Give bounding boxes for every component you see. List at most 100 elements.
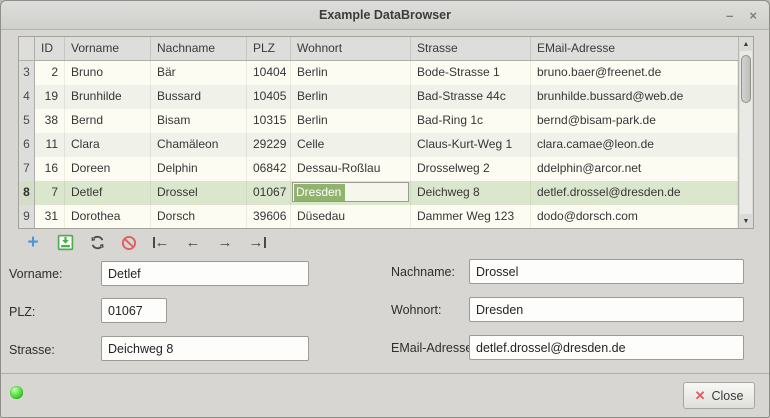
strasse-field[interactable] [101,336,309,361]
table-cell[interactable]: Brunhilde [65,85,151,109]
table-cell[interactable]: Berlin [291,61,411,85]
table-cell[interactable]: 10404 [247,61,291,85]
table-cell[interactable]: 01067 [247,181,291,205]
table-cell[interactable]: Dorothea [65,205,151,229]
row-number[interactable]: 7 [19,157,35,181]
last-record-button[interactable]: → [241,230,273,255]
first-record-button[interactable]: ← [145,230,177,255]
table-cell[interactable]: 10405 [247,85,291,109]
app-window: Example DataBrowser – × IDVornameNachnam… [0,0,770,418]
table-cell[interactable]: Deichweg 8 [411,181,531,205]
table-cell[interactable]: Delphin [151,157,247,181]
table-cell[interactable]: Dorsch [151,205,247,229]
table-cell[interactable]: 2 [35,61,65,85]
table-cell[interactable]: 7 [35,181,65,205]
nachname-field[interactable] [469,259,744,284]
wohnort-field[interactable] [469,297,744,322]
table-cell[interactable]: 19 [35,85,65,109]
table-row[interactable]: 32BrunoBär10404BerlinBode-Strasse 1bruno… [19,61,738,85]
table-cell[interactable]: Berlin [291,109,411,133]
table-cell[interactable]: bruno.baer@freenet.de [531,61,738,85]
table-cell[interactable]: ddelphin@arcor.net [531,157,738,181]
refresh-button[interactable] [81,230,113,255]
vertical-scrollbar[interactable]: ▲ ▼ [738,37,753,228]
table-cell[interactable]: Düsedau [291,205,411,229]
table-cell[interactable]: 11 [35,133,65,157]
data-grid: IDVornameNachnamePLZWohnortStrasseEMail-… [18,36,754,229]
table-cell[interactable]: bernd@bisam-park.de [531,109,738,133]
table-cell[interactable]: Claus-Kurt-Weg 1 [411,133,531,157]
column-header[interactable]: Nachname [151,37,247,60]
next-record-button[interactable]: → [209,230,241,255]
scroll-up-icon[interactable]: ▲ [739,37,753,51]
record-toolbar: + ← ← [17,229,273,256]
table-cell[interactable]: 29229 [247,133,291,157]
last-record-icon: → [249,235,266,250]
table-cell[interactable]: Clara [65,133,151,157]
table-row[interactable]: 419BrunhildeBussard10405BerlinBad-Strass… [19,85,738,109]
table-cell[interactable]: Drosselweg 2 [411,157,531,181]
table-cell[interactable]: Bernd [65,109,151,133]
scrollbar-thumb[interactable] [741,55,751,103]
row-number[interactable]: 3 [19,61,35,85]
table-row[interactable]: 611ClaraChamäleon29229CelleClaus-Kurt-We… [19,133,738,157]
table-cell[interactable]: 38 [35,109,65,133]
nachname-label: Nachname: [391,265,455,279]
row-number[interactable]: 9 [19,205,35,229]
table-cell[interactable]: Bussard [151,85,247,109]
table-row[interactable]: 538BerndBisam10315BerlinBad-Ring 1cbernd… [19,109,738,133]
column-header[interactable]: PLZ [247,37,291,60]
table-cell[interactable]: Bär [151,61,247,85]
table-row[interactable]: 716DoreenDelphin06842Dessau-RoßlauDrosse… [19,157,738,181]
table-cell[interactable]: 16 [35,157,65,181]
row-number[interactable]: 8 [19,181,35,205]
column-header[interactable]: Wohnort [291,37,411,60]
minimize-icon[interactable]: – [726,9,733,22]
table-cell[interactable]: 10315 [247,109,291,133]
table-cell[interactable]: detlef.drossel@dresden.de [531,181,738,205]
table-cell[interactable]: Dammer Weg 123 [411,205,531,229]
post-edit-button[interactable] [49,230,81,255]
cancel-edit-button[interactable] [113,230,145,255]
row-number[interactable]: 4 [19,85,35,109]
table-cell[interactable]: Bad-Strasse 44c [411,85,531,109]
cell-editor[interactable]: Dresden [292,182,409,202]
table-cell[interactable]: clara.camae@leon.de [531,133,738,157]
column-header[interactable]: ID [35,37,65,60]
table-cell[interactable]: 39606 [247,205,291,229]
table-cell[interactable]: dodo@dorsch.com [531,205,738,229]
row-number[interactable]: 6 [19,133,35,157]
table-cell[interactable]: 06842 [247,157,291,181]
prior-record-button[interactable]: ← [177,230,209,255]
table-cell[interactable]: 31 [35,205,65,229]
plz-field[interactable] [101,298,167,323]
close-button[interactable]: ✕ Close [683,382,755,409]
table-cell[interactable]: brunhilde.bussard@web.de [531,85,738,109]
close-x-icon: ✕ [695,389,706,402]
table-row[interactable]: 931DorotheaDorsch39606DüsedauDammer Weg … [19,205,738,229]
table-cell[interactable]: Chamäleon [151,133,247,157]
table-cell[interactable]: Berlin [291,85,411,109]
column-header[interactable]: EMail-Adresse [531,37,753,60]
table-cell[interactable]: Bode-Strasse 1 [411,61,531,85]
close-window-icon[interactable]: × [749,9,757,22]
row-number[interactable]: 5 [19,109,35,133]
table-cell[interactable]: Dessau-Roßlau [291,157,411,181]
scroll-down-icon[interactable]: ▼ [739,214,753,228]
vorname-field[interactable] [101,261,309,286]
table-row[interactable]: 87DetlefDrossel01067DresdenDeichweg 8det… [19,181,738,205]
column-header[interactable]: Vorname [65,37,151,60]
column-header[interactable]: Strasse [411,37,531,60]
table-cell[interactable]: Bisam [151,109,247,133]
add-record-button[interactable]: + [17,230,49,255]
table-cell[interactable]: Detlef [65,181,151,205]
table-cell[interactable]: Drossel [151,181,247,205]
table-cell[interactable]: Bruno [65,61,151,85]
table-cell[interactable]: Bad-Ring 1c [411,109,531,133]
title-bar: Example DataBrowser – × [1,1,769,30]
table-cell[interactable]: Doreen [65,157,151,181]
scrollbar-track[interactable] [740,51,752,214]
table-cell[interactable]: Celle [291,133,411,157]
email-field[interactable] [469,335,744,360]
table-cell-editing[interactable]: Dresden [291,181,411,205]
